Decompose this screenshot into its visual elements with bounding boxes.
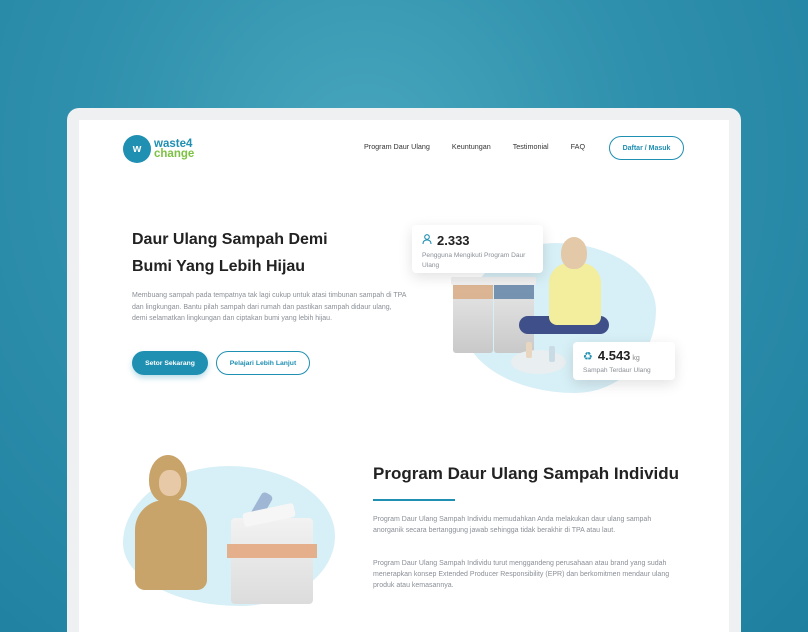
plastic-waste-image bbox=[511, 350, 566, 374]
hero-title-line-2: Bumi Yang Lebih Hijau bbox=[132, 258, 306, 275]
recycle-bin-image bbox=[227, 502, 317, 604]
hero-person-image bbox=[561, 237, 587, 269]
hero-description: Membuang sampah pada tempatnya tak lagi … bbox=[132, 292, 407, 322]
recycle-icon: ♻ bbox=[583, 351, 593, 363]
recycled-stat-card: ♻ 4.543 kg Sampah Terdaur Ulang bbox=[573, 342, 675, 380]
user-icon bbox=[422, 234, 432, 248]
section-paragraph-1: Program Daur Ulang Sampah Individu memud… bbox=[373, 516, 652, 534]
nav-faq[interactable]: FAQ bbox=[571, 142, 585, 151]
recycled-label: Sampah Terdaur Ulang bbox=[583, 367, 651, 374]
logo-mark-icon: w bbox=[123, 135, 151, 163]
brand-logo[interactable]: w waste4 change bbox=[123, 135, 194, 163]
section-title-underline bbox=[373, 499, 455, 501]
logo-line-2: change bbox=[154, 148, 195, 160]
recycled-amount: 4.543 bbox=[597, 348, 631, 363]
hero-title-line-1: Daur Ulang Sampah Demi bbox=[132, 231, 328, 248]
webpage: w waste4 change Program Daur Ulang Keunt… bbox=[79, 120, 729, 632]
section-title: Program Daur Ulang Sampah Individu bbox=[373, 464, 680, 483]
logo-text: waste4 change bbox=[154, 138, 195, 160]
section-paragraph-2: Program Daur Ulang Sampah Individu turut… bbox=[373, 560, 670, 589]
users-count: 2.333 bbox=[437, 233, 470, 248]
main-nav: Program Daur Ulang Keuntungan Testimonia… bbox=[364, 142, 607, 151]
bottle-image bbox=[549, 346, 555, 362]
setor-sekarang-button[interactable]: Setor Sekarang bbox=[132, 351, 208, 375]
users-label: Pengguna Mengikuti Program Daur Ulang bbox=[422, 252, 526, 269]
section-person-image bbox=[159, 470, 181, 496]
hero-person-image bbox=[549, 263, 601, 325]
recycle-bin-image bbox=[451, 277, 495, 353]
bottle-image bbox=[526, 342, 532, 358]
nav-keuntungan[interactable]: Keuntungan bbox=[452, 142, 491, 151]
nav-program-daur-ulang[interactable]: Program Daur Ulang bbox=[364, 142, 430, 151]
login-register-button[interactable]: Daftar / Masuk bbox=[609, 136, 684, 160]
users-stat-card: 2.333 Pengguna Mengikuti Program Daur Ul… bbox=[412, 225, 543, 273]
learn-more-button[interactable]: Pelajari Lebih Lanjut bbox=[216, 351, 310, 375]
recycled-unit: kg bbox=[632, 355, 640, 362]
nav-testimonial[interactable]: Testimonial bbox=[513, 142, 549, 151]
hero-title: Daur Ulang Sampah Demi Bumi Yang Lebih H… bbox=[132, 226, 362, 280]
section-person-image bbox=[135, 500, 207, 590]
